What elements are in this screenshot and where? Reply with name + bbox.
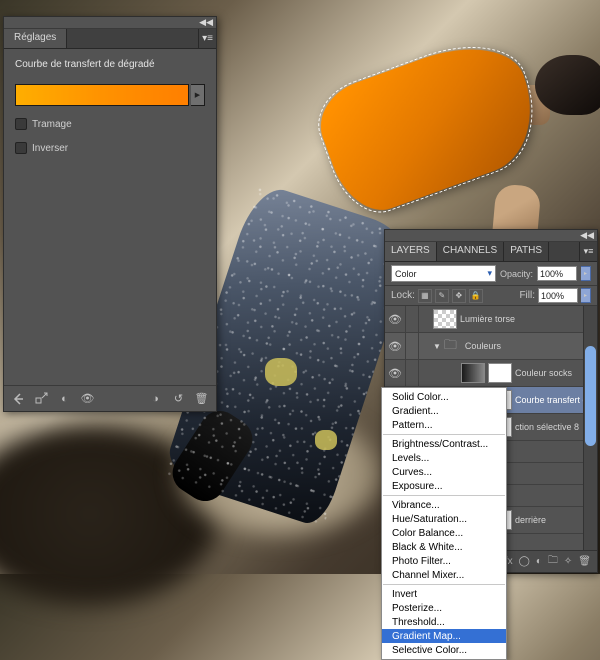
layer-name: Couleurs (465, 341, 597, 351)
layer-row[interactable]: 👁 Lumière torse (385, 306, 597, 333)
trash-icon[interactable]: 🗑 (193, 390, 210, 407)
new-layer-icon[interactable]: ✧ (564, 556, 572, 567)
scrollbar[interactable] (583, 306, 597, 550)
adjustment-title: Courbe de transfert de dégradé (15, 59, 205, 70)
trash-icon[interactable]: 🗑 (578, 556, 591, 567)
menu-item[interactable]: Exposure... (382, 479, 506, 493)
layer-row[interactable]: 👁Couleur socks (385, 360, 597, 387)
separator (383, 434, 505, 435)
menu-item[interactable]: Solid Color... (382, 390, 506, 404)
collapse-icon[interactable]: ◀◀ (580, 231, 594, 240)
reverse-label: Inverser (32, 143, 68, 154)
menu-item[interactable]: Selective Color... (382, 643, 506, 657)
dither-label: Tramage (32, 119, 72, 130)
folder-icon: 🗀 (444, 336, 462, 356)
reverse-option[interactable]: Inverser (15, 142, 205, 154)
lock-all-icon[interactable]: 🔒 (469, 289, 483, 303)
opacity-label: Opacity: (500, 269, 533, 279)
fill-input[interactable]: 100% (538, 288, 578, 303)
visibility-icon[interactable]: 👁 (385, 340, 405, 353)
menu-item[interactable]: Gradient... (382, 404, 506, 418)
checkbox-icon[interactable] (15, 142, 27, 154)
separator (383, 495, 505, 496)
panel-menu-button[interactable]: ▾≡ (579, 242, 597, 261)
checkbox-icon[interactable] (15, 118, 27, 130)
fill-label: Fill: (519, 290, 535, 301)
back-arrow-icon[interactable] (10, 390, 27, 407)
adjustment-layer-icon[interactable]: ◐ (536, 556, 542, 567)
menu-item[interactable]: Threshold... (382, 615, 506, 629)
opacity-input[interactable]: 100% (537, 266, 577, 281)
collapse-icon[interactable]: ◀◀ (199, 18, 213, 27)
scroll-thumb[interactable] (585, 346, 596, 446)
menu-item[interactable]: Levels... (382, 451, 506, 465)
blend-row: Color▾ Opacity: 100% ▸ (385, 262, 597, 286)
visibility-icon[interactable]: 👁 (385, 367, 405, 380)
menu-item[interactable]: Photo Filter... (382, 554, 506, 568)
menu-item[interactable]: Invert (382, 587, 506, 601)
head-shape (535, 55, 600, 115)
lock-position-icon[interactable]: ✥ (452, 289, 466, 303)
menu-item[interactable]: Gradient Map... (382, 629, 506, 643)
link-cell (405, 333, 419, 359)
layer-thumbnail (433, 309, 457, 329)
adjustments-panel: ◀◀ Réglages ▾≡ Courbe de transfert de dé… (3, 16, 217, 412)
panel-body: Courbe de transfert de dégradé ▶ Tramage… (4, 49, 216, 385)
tab-channels[interactable]: CHANNELS (437, 242, 504, 261)
gradient-editor[interactable]: ▶ (15, 84, 205, 106)
paint-spot (315, 430, 337, 450)
menu-item[interactable]: Vibrance... (382, 498, 506, 512)
reset-icon[interactable]: ↺ (170, 390, 187, 407)
expand-icon[interactable] (33, 390, 50, 407)
adjustment-thumbnail (461, 363, 485, 383)
panel-menu-button[interactable]: ▾≡ (198, 29, 216, 48)
panel-grip[interactable]: ◀◀ (4, 17, 216, 29)
panel-grip[interactable]: ◀◀ (385, 230, 597, 242)
tab-paths[interactable]: PATHS (504, 242, 549, 261)
group-icon[interactable]: 🗀 (548, 553, 558, 570)
menu-item[interactable]: Curves... (382, 465, 506, 479)
gradient-swatch[interactable] (15, 84, 189, 106)
link-cell (405, 306, 419, 332)
tab-reglages[interactable]: Réglages (4, 29, 67, 48)
separator (383, 584, 505, 585)
menu-item[interactable]: Hue/Saturation... (382, 512, 506, 526)
tab-layers[interactable]: LAYERS (385, 242, 437, 261)
layer-row[interactable]: 👁▼🗀Couleurs (385, 333, 597, 360)
dither-option[interactable]: Tramage (15, 118, 205, 130)
prev-state-icon[interactable]: ◑ (147, 390, 164, 407)
lock-transparency-icon[interactable]: ▦ (418, 289, 432, 303)
fill-slider-icon[interactable]: ▸ (581, 288, 591, 303)
menu-item[interactable]: Black & White... (382, 540, 506, 554)
blend-mode-select[interactable]: Color▾ (391, 265, 496, 282)
link-cell (405, 360, 419, 386)
mask-icon[interactable]: ◯ (519, 556, 530, 567)
lock-label: Lock: (391, 290, 415, 301)
lock-row: Lock: ▦ ✎ ✥ 🔒 Fill: 100% ▸ (385, 286, 597, 306)
adjustment-context-menu: Solid Color...Gradient...Pattern... Brigh… (381, 387, 507, 660)
gradient-dropdown-icon[interactable]: ▶ (191, 84, 205, 106)
menu-item[interactable]: Color Balance... (382, 526, 506, 540)
panel-footer: ◐ 👁 ◑ ↺ 🗑 (4, 385, 216, 411)
menu-item[interactable]: Pattern... (382, 418, 506, 432)
opacity-slider-icon[interactable]: ▸ (581, 266, 591, 281)
menu-item[interactable]: Channel Mixer... (382, 568, 506, 582)
mask-thumbnail (488, 363, 512, 383)
paint-spot (265, 358, 297, 386)
panel-tabs: LAYERS CHANNELS PATHS ▾≡ (385, 242, 597, 262)
clip-icon[interactable]: ◐ (56, 390, 73, 407)
panel-tabs: Réglages ▾≡ (4, 29, 216, 49)
visibility-icon[interactable]: 👁 (385, 313, 405, 326)
menu-item[interactable]: Brightness/Contrast... (382, 437, 506, 451)
lock-pixels-icon[interactable]: ✎ (435, 289, 449, 303)
menu-item[interactable]: Posterize... (382, 601, 506, 615)
layer-name: Lumière torse (460, 314, 597, 324)
visibility-icon[interactable]: 👁 (79, 390, 96, 407)
